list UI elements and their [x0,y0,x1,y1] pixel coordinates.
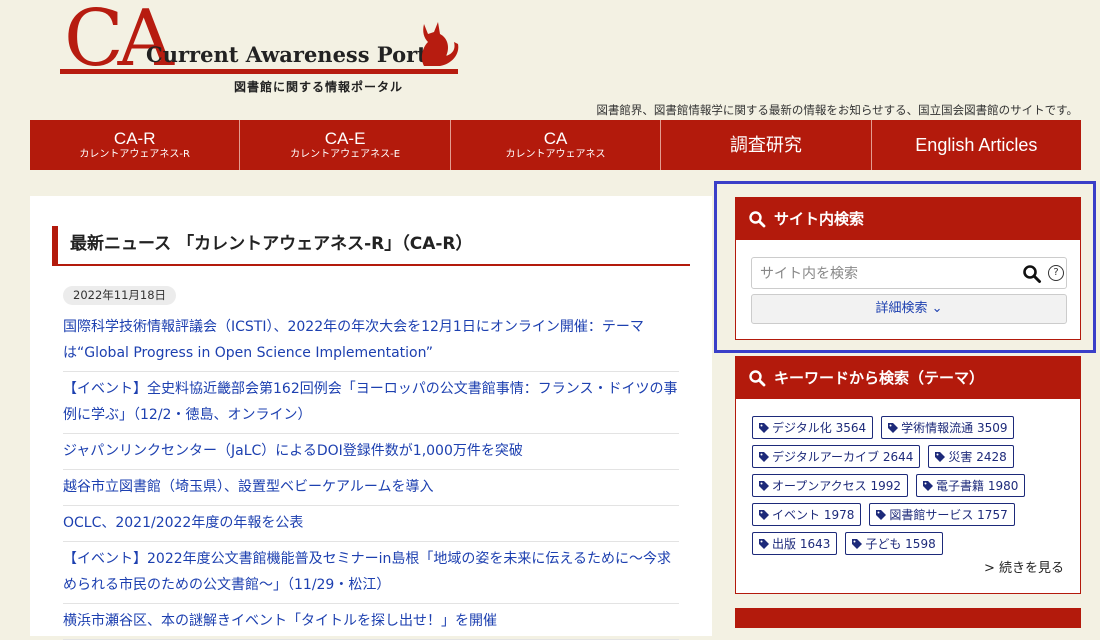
keyword-tag[interactable]: オープンアクセス 1992 [752,474,909,497]
nav-item-english-articles[interactable]: English Articles [872,120,1081,170]
keyword-tag-label: デジタル化 3564 [772,421,867,435]
cat-icon [421,22,459,66]
site-search-header: サイト内検索 [736,198,1080,240]
keyword-tag[interactable]: イベント 1978 [752,503,862,526]
keyword-tag-label: 子ども 1598 [865,537,936,551]
keyword-tag[interactable]: デジタルアーカイブ 2644 [752,445,921,468]
nav-item-sublabel: カレントアウェアネス [505,148,606,160]
news-item[interactable]: 【イベント】2022年度公文書館機能普及セミナーin島根「地域の姿を未来に伝える… [63,542,679,604]
news-item[interactable]: 越谷市立図書館（埼玉県）、設置型ベビーケアルームを導入 [63,470,679,506]
keyword-tag-label: 出版 1643 [772,537,831,551]
tag-icon [935,451,946,462]
next-card-header [735,608,1081,628]
keyword-tag[interactable]: 学術情報流通 3509 [881,416,1015,439]
date-badge: 2022年11月18日 [63,286,177,305]
tag-icon [759,480,769,491]
tag-icon [888,422,899,433]
search-icon [749,370,766,387]
news-item[interactable]: ジャパンリンクセンター（JaLC）によるDOI登録件数が1,000万件を突破 [63,434,679,470]
tag-icon [852,538,863,549]
site-logo[interactable]: CA Current Awareness Portal 図書館に関する情報ポータ… [58,0,478,102]
keyword-tag[interactable]: デジタル化 3564 [752,416,874,439]
news-panel: 最新ニュース 「カレントアウェアネス-R」（CA-R） 2022年11月18日 … [30,196,712,640]
news-list: 国際科学技術情報評議会（ICSTI）、2022年の年次大会を12月1日にオンライ… [63,310,679,640]
site-search-title: サイト内検索 [774,210,865,228]
news-item[interactable]: 【イベント】全史料協近畿部会第162回例会「ヨーロッパの公文書館事情：フランス・… [63,372,679,434]
news-item[interactable]: 国際科学技術情報評議会（ICSTI）、2022年の年次大会を12月1日にオンライ… [63,310,679,372]
keyword-search-header: キーワードから検索（テーマ） [736,357,1080,399]
logo-rule [60,69,458,74]
keyword-search-title: キーワードから検索（テーマ） [774,369,985,387]
site-tagline: 図書館界、図書館情報学に関する最新の情報をお知らせする、国立国会図書館のサイトで… [596,103,1078,117]
logo-title: Current Awareness Portal [146,42,449,67]
keyword-tag[interactable]: 子ども 1598 [845,532,943,555]
nav-item-label: 調査研究 [729,135,802,155]
nav-item-label: English Articles [915,135,1038,155]
tag-icon [759,451,769,462]
site-search-card: サイト内検索 ? 詳細検索 ⌄ [735,197,1081,340]
more-keywords-link[interactable]: > 続きを見る [984,557,1064,576]
tag-icon [923,480,934,491]
keyword-tag-label: オープンアクセス 1992 [772,479,902,493]
keyword-search-card: キーワードから検索（テーマ） デジタル化 3564 学術情報流通 3509 デジ… [735,356,1081,594]
tag-icon [759,538,769,549]
keyword-tag-label: 学術情報流通 3509 [901,421,1008,435]
nav-item-ca[interactable]: CA カレントアウェアネス [451,120,662,170]
keyword-tag[interactable]: 災害 2428 [928,445,1014,468]
search-icon [749,211,766,228]
keyword-tag[interactable]: 出版 1643 [752,532,838,555]
tag-icon [759,509,769,520]
nav-item-ca-r[interactable]: CA-R カレントアウェアネス-R [30,120,241,170]
nav-item-label: CA [543,128,568,148]
keyword-tag-label: イベント 1978 [772,508,855,522]
main-nav: CA-R カレントアウェアネス-R CA-E カレントアウェアネス-E CA カ… [30,120,1081,170]
keyword-tag[interactable]: 電子書籍 1980 [916,474,1026,497]
nav-item-ca-e[interactable]: CA-E カレントアウェアネス-E [240,120,451,170]
keyword-tag-list: デジタル化 3564 学術情報流通 3509 デジタルアーカイブ 2644 災害… [752,416,1070,561]
nav-item-sublabel: カレントアウェアネス-E [290,148,401,160]
nav-item-sublabel: カレントアウェアネス-R [79,148,190,160]
tag-icon [876,509,887,520]
news-heading: 最新ニュース 「カレントアウェアネス-R」（CA-R） [52,226,690,266]
nav-item-label: CA-R [113,128,156,148]
search-box: ? [751,257,1067,290]
advanced-search-button[interactable]: 詳細検索 ⌄ [751,294,1067,324]
search-icon[interactable] [1022,264,1042,284]
nav-item-research[interactable]: 調査研究 [661,120,872,170]
tag-icon [759,422,769,433]
keyword-tag-label: 電子書籍 1980 [936,479,1019,493]
keyword-tag-label: 災害 2428 [948,450,1007,464]
keyword-tag-label: デジタルアーカイブ 2644 [772,450,914,464]
logo-subtitle: 図書館に関する情報ポータル [234,80,404,94]
keyword-tag-label: 図書館サービス 1757 [889,508,1008,522]
news-item[interactable]: OCLC、2021/2022年度の年報を公表 [63,506,679,542]
help-icon[interactable]: ? [1048,265,1064,281]
news-item[interactable]: 横浜市瀬谷区、本の謎解きイベント「タイトルを探し出せ！」を開催 [63,604,679,640]
nav-item-label: CA-E [324,128,366,148]
search-input[interactable] [752,258,1022,290]
keyword-tag[interactable]: 図書館サービス 1757 [869,503,1015,526]
